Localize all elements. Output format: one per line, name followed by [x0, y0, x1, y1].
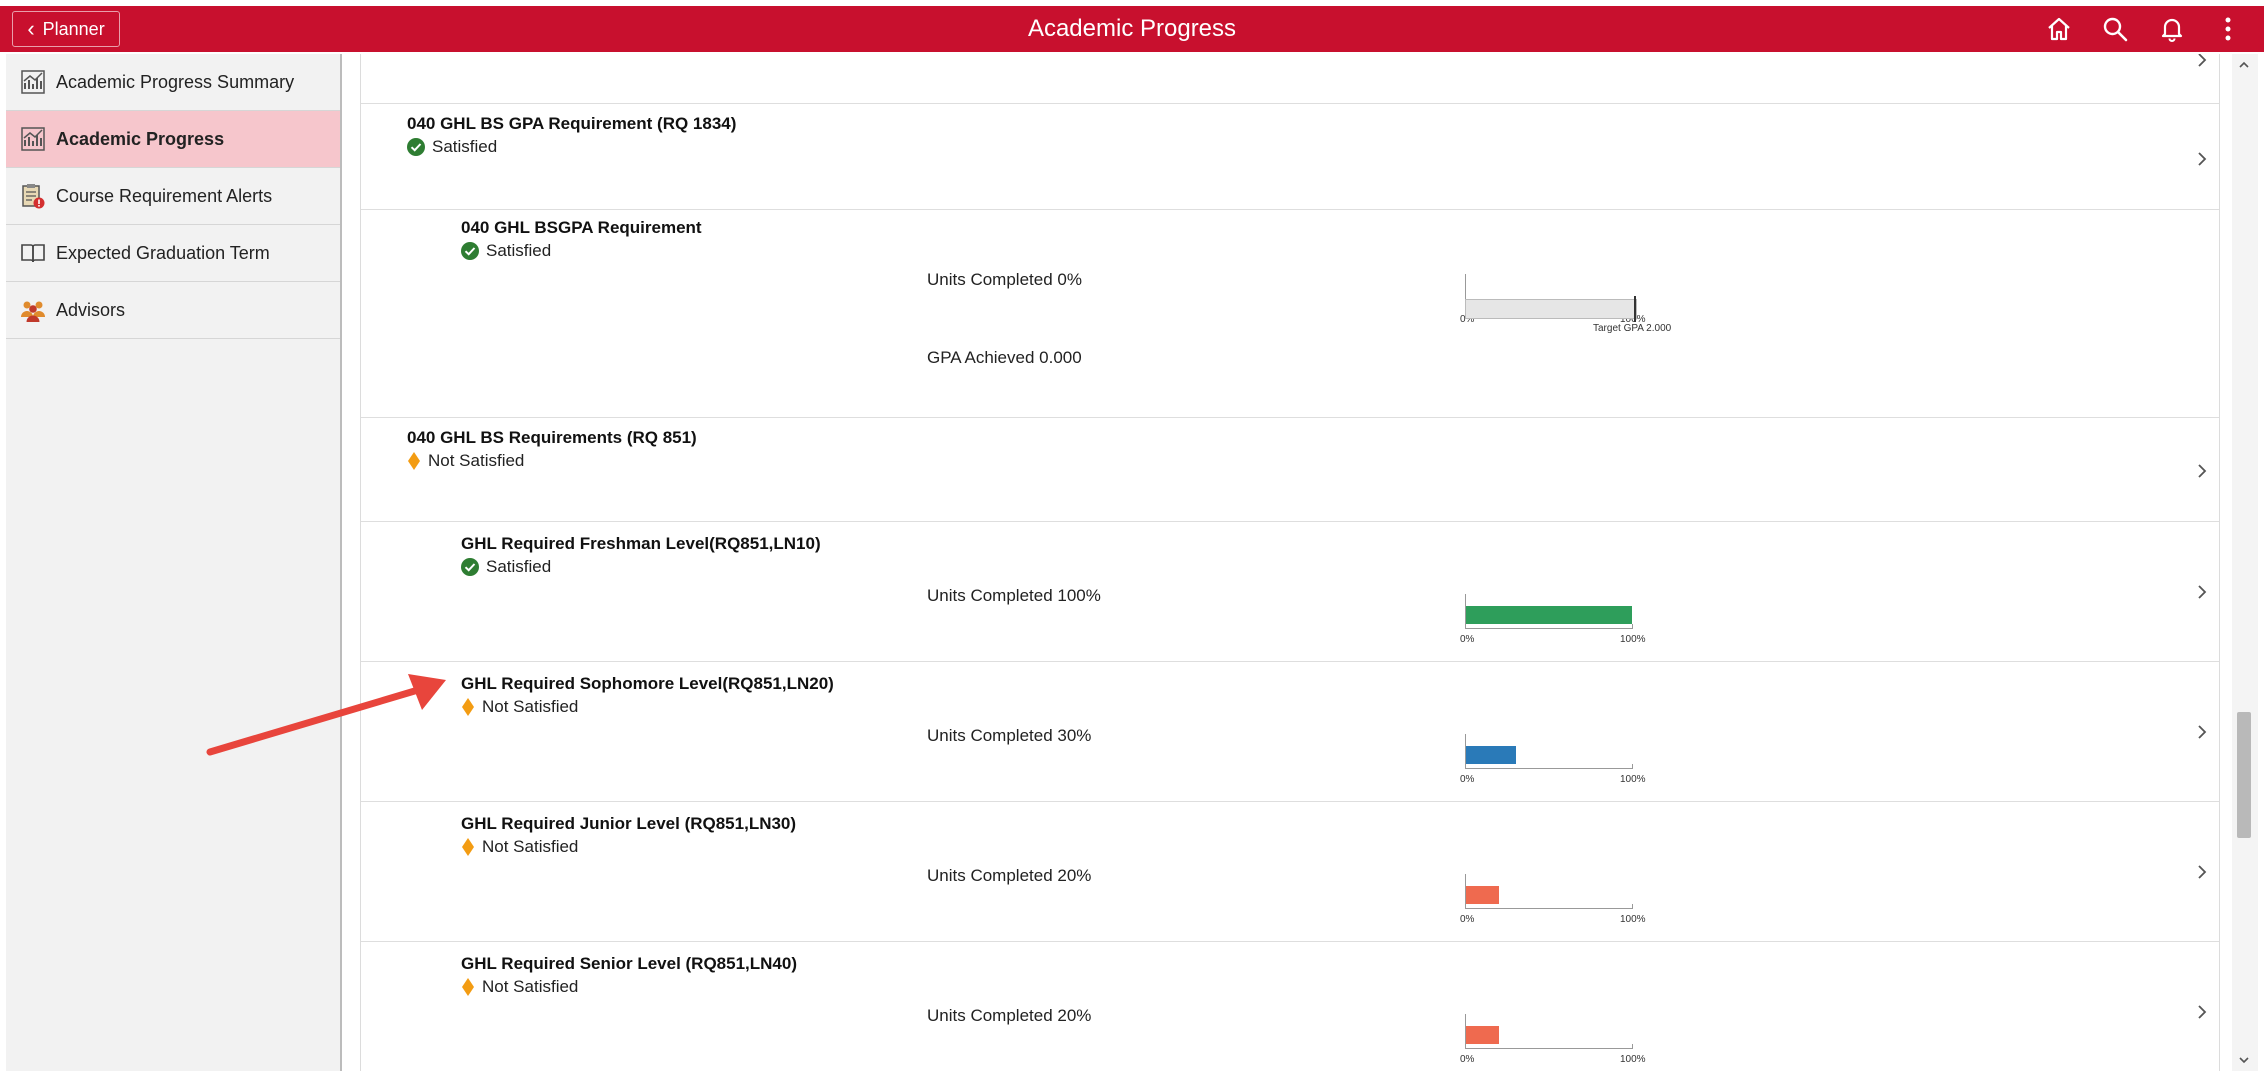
check-circle-icon [461, 558, 479, 576]
sidebar-item-label: Advisors [56, 299, 126, 320]
scroll-down-icon[interactable] [2237, 1053, 2251, 1067]
vertical-scrollbar[interactable] [2232, 54, 2258, 1071]
status-label: Not Satisfied [428, 451, 525, 470]
chevron-right-icon [2198, 865, 2207, 879]
gpa-achieved-label: GPA Achieved 0.000 [927, 348, 1082, 367]
status-not-satisfied: Not Satisfied [461, 837, 578, 857]
status-satisfied: Satisfied [461, 241, 551, 261]
chevron-right-icon [2198, 54, 2207, 67]
units-completed-label: Units Completed 20% [927, 866, 1092, 885]
sidebar-item-advisors[interactable]: Advisors [6, 282, 340, 339]
check-circle-icon [461, 242, 479, 260]
sidebar-nav: Academic Progress Summary Academic Progr… [6, 54, 342, 1071]
units-progress-bar: 0% 100% [1460, 1014, 1646, 1065]
app-header: ‹ Planner Academic Progress [0, 6, 2264, 52]
status-label: Not Satisfied [482, 977, 579, 996]
tick-label-min: 0% [1460, 1054, 1475, 1065]
requirement-row-partial[interactable] [361, 54, 2219, 104]
units-progress-bar: 0% 100% [1460, 594, 1646, 645]
search-icon[interactable] [2101, 15, 2129, 43]
requirement-row-senior[interactable]: GHL Required Senior Level (RQ851,LN40) N… [361, 942, 2219, 1071]
diamond-warning-icon [462, 978, 474, 996]
tick-label-max: 100% [1620, 774, 1646, 785]
units-completed-label: Units Completed 20% [927, 1006, 1092, 1025]
more-vertical-icon[interactable] [2214, 15, 2242, 43]
requirement-title: 040 GHL BSGPA Requirement [461, 218, 702, 237]
chart-icon [21, 70, 45, 94]
sidebar-item-course-requirement-alerts[interactable]: Course Requirement Alerts [6, 168, 340, 225]
gpa-target-marker [1634, 296, 1636, 322]
requirements-list: 040 GHL BS GPA Requirement (RQ 1834) Sat… [360, 54, 2220, 1071]
requirement-row-gpa[interactable]: 040 GHL BS GPA Requirement (RQ 1834) Sat… [361, 104, 2219, 210]
requirement-title: GHL Required Sophomore Level(RQ851,LN20) [461, 674, 834, 693]
progress-fill [1466, 606, 1632, 624]
book-icon [21, 244, 45, 263]
requirement-row-sophomore[interactable]: GHL Required Sophomore Level(RQ851,LN20)… [361, 662, 2219, 802]
tick-label-min: 0% [1460, 914, 1475, 925]
status-not-satisfied: Not Satisfied [461, 977, 578, 997]
chevron-right-icon [2198, 464, 2207, 478]
chart-icon [21, 127, 45, 151]
check-circle-icon [407, 138, 425, 156]
sidebar-item-label: Course Requirement Alerts [56, 185, 273, 206]
diamond-warning-icon [408, 452, 420, 470]
tick-label-min: 0% [1460, 774, 1475, 785]
annotation-arrow [206, 674, 446, 756]
chevron-right-icon [2198, 725, 2207, 739]
gpa-bar [1465, 296, 1637, 322]
requirement-row-bsgpa[interactable]: 040 GHL BSGPA Requirement Satisfied Unit… [361, 210, 2219, 418]
chevron-right-icon [2198, 1005, 2207, 1019]
bell-icon[interactable] [2158, 15, 2186, 43]
requirement-title: GHL Required Freshman Level(RQ851,LN10) [461, 534, 821, 553]
status-label: Satisfied [432, 137, 498, 156]
diamond-warning-icon [462, 698, 474, 716]
requirement-row-junior[interactable]: GHL Required Junior Level (RQ851,LN30) N… [361, 802, 2219, 942]
sidebar-item-label: Academic Progress Summary [56, 71, 295, 92]
status-satisfied: Satisfied [461, 557, 551, 577]
progress-fill [1466, 746, 1516, 764]
status-not-satisfied: Not Satisfied [461, 697, 578, 717]
requirement-row-freshman[interactable]: GHL Required Freshman Level(RQ851,LN10) … [361, 522, 2219, 662]
sidebar-item-label: Expected Graduation Term [56, 242, 270, 263]
chevron-right-icon [2198, 152, 2207, 166]
units-completed-label: Units Completed 0% [927, 270, 1082, 289]
diamond-warning-icon [462, 838, 474, 856]
progress-fill [1466, 1026, 1499, 1044]
progress-fill [1466, 886, 1499, 904]
status-label: Satisfied [486, 241, 552, 260]
page-title: Academic Progress [1027, 15, 1237, 42]
home-icon[interactable] [2045, 15, 2073, 43]
status-satisfied: Satisfied [407, 137, 497, 157]
units-completed-label: Units Completed 30% [927, 726, 1092, 745]
requirement-title: GHL Required Junior Level (RQ851,LN30) [461, 814, 797, 833]
gpa-target-label: Target GPA 2.000 [1593, 323, 1672, 334]
scroll-up-icon[interactable] [2237, 58, 2251, 72]
requirement-row-bs[interactable]: 040 GHL BS Requirements (RQ 851) Not Sat… [361, 418, 2219, 522]
tick-label-max: 100% [1620, 1054, 1646, 1065]
status-label: Satisfied [486, 557, 552, 576]
tick-label-max: 100% [1620, 914, 1646, 925]
sidebar-item-expected-graduation-term[interactable]: Expected Graduation Term [6, 225, 340, 282]
requirement-title: 040 GHL BS GPA Requirement (RQ 1834) [407, 114, 737, 133]
requirement-title: 040 GHL BS Requirements (RQ 851) [407, 428, 697, 447]
units-completed-label: Units Completed 100% [927, 586, 1101, 605]
sidebar-item-academic-progress[interactable]: Academic Progress [6, 111, 340, 168]
people-icon [21, 301, 45, 322]
chevron-right-icon [2198, 585, 2207, 599]
status-not-satisfied: Not Satisfied [407, 451, 524, 471]
units-progress-bar: 0% 100% [1460, 734, 1646, 785]
sidebar-item-academic-progress-summary[interactable]: Academic Progress Summary [6, 54, 340, 111]
tick-label-min: 0% [1460, 634, 1475, 645]
sidebar-item-label: Academic Progress [56, 128, 225, 149]
scrollbar-thumb[interactable] [2237, 712, 2251, 838]
requirement-title: GHL Required Senior Level (RQ851,LN40) [461, 954, 797, 973]
units-progress-bar: 0% 100% [1460, 874, 1646, 925]
status-label: Not Satisfied [482, 697, 579, 716]
tick-label-max: 100% [1620, 634, 1646, 645]
alert-clipboard-icon [22, 184, 45, 209]
status-label: Not Satisfied [482, 837, 579, 856]
